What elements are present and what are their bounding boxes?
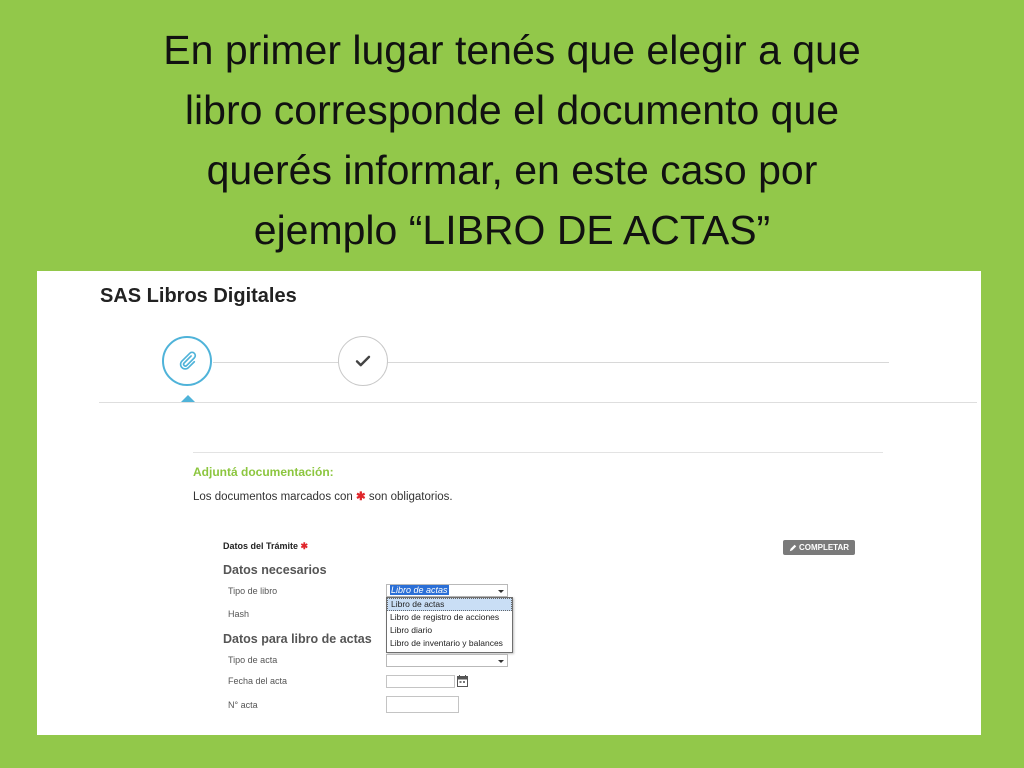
section-heading: Adjuntá documentación: [193, 465, 334, 479]
slide-heading: En primer lugar tenés que elegir a que l… [60, 20, 964, 260]
pencil-icon [789, 544, 797, 551]
dropdown-option[interactable]: Libro de registro de acciones [387, 611, 512, 624]
datos-necesarios-title: Datos necesarios [223, 563, 327, 577]
tramite-label-text: Datos del Trámite [223, 541, 299, 551]
heading-line: querés informar, en este caso por [206, 147, 818, 193]
paperclip-icon [179, 351, 197, 370]
chevron-down-icon [498, 590, 504, 593]
calendar-icon[interactable] [457, 675, 468, 687]
tipo-acta-label: Tipo de acta [228, 655, 278, 665]
app-title: SAS Libros Digitales [100, 285, 297, 307]
heading-line: libro corresponde el documento que [184, 87, 840, 133]
nro-acta-input[interactable] [386, 696, 459, 713]
required-note: Los documentos marcados con ✱ son obliga… [193, 489, 453, 503]
completar-button[interactable]: COMPLETAR [783, 540, 855, 555]
stepper-line [213, 362, 889, 363]
completar-label: COMPLETAR [798, 543, 850, 552]
tramite-label: Datos del Trámite ✱ [223, 541, 308, 552]
nro-acta-label: N° acta [228, 700, 258, 710]
chevron-down-icon [498, 660, 504, 663]
tipo-libro-dropdown: Libro de actas Libro de registro de acci… [386, 597, 513, 653]
required-star-icon: ✱ [356, 491, 366, 503]
divider [193, 452, 883, 453]
hash-label: Hash [228, 609, 250, 619]
tipo-libro-value: Libro de actas [390, 585, 449, 595]
tipo-libro-label: Tipo de libro [228, 586, 278, 596]
tipo-acta-select[interactable] [386, 654, 508, 667]
active-step-pointer [181, 395, 195, 402]
step-attach[interactable] [162, 336, 212, 386]
app-screenshot-panel: SAS Libros Digitales Adjuntá documentaci… [37, 271, 981, 735]
datos-actas-title: Datos para libro de actas [223, 632, 372, 646]
tipo-libro-select[interactable]: Libro de actas [386, 584, 508, 597]
fecha-acta-label: Fecha del acta [228, 676, 288, 686]
heading-line: En primer lugar tenés que elegir a que [163, 27, 861, 73]
divider [99, 402, 977, 403]
step-confirm[interactable] [338, 336, 388, 386]
dropdown-option[interactable]: Libro de actas [387, 598, 512, 611]
dropdown-option[interactable]: Libro de inventario y balances [387, 637, 512, 650]
required-note-prefix: Los documentos marcados con [193, 491, 353, 503]
required-star-icon: ✱ [300, 541, 309, 551]
dropdown-option[interactable]: Libro diario [387, 624, 512, 637]
check-icon [355, 355, 371, 367]
required-note-suffix: son obligatorios. [368, 491, 453, 503]
heading-line: ejemplo “LIBRO DE ACTAS” [253, 207, 771, 253]
fecha-acta-input[interactable] [386, 675, 455, 688]
